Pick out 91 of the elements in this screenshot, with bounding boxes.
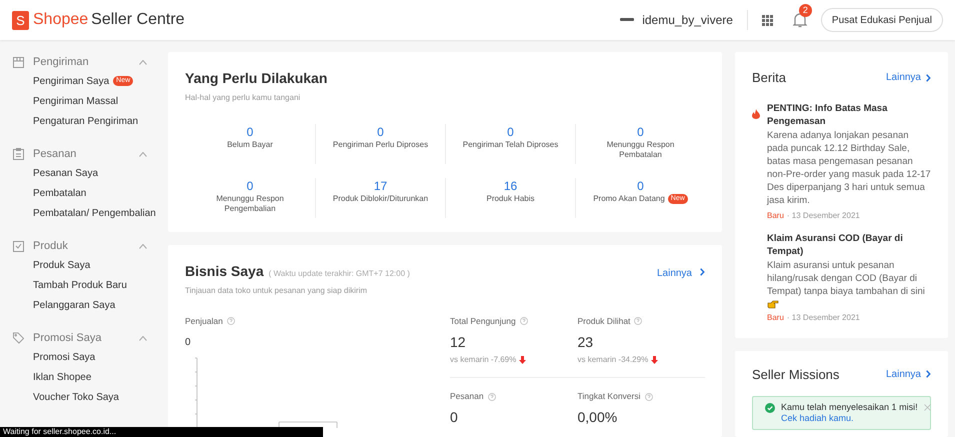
news-title[interactable]: PENTING: Info Batas Masa Pengemasan [767,102,931,128]
todo-count[interactable]: 0 [637,178,644,194]
todo-label[interactable]: Belum Bayar [227,140,273,150]
card-subtitle: Tinjauan data toko untuk pesanan yang siap dikirim [185,285,368,297]
collapse-caret-icon[interactable] [139,336,147,340]
todo-label[interactable]: Pengiriman Telah Diproses [462,140,558,150]
sidebar-item[interactable]: Pengaturan Pengiriman [33,114,138,128]
tag-icon [13,332,24,344]
sales-value: 0 [185,336,192,350]
todo-count[interactable]: 16 [504,178,518,194]
sidebar-section-title[interactable]: Produk [33,238,139,254]
product-name: Seller Centre [91,10,185,30]
sidebar-section-title[interactable]: Pengiriman [33,54,139,70]
help-icon[interactable] [644,392,652,401]
brand-name: Shopee [33,10,88,30]
todo-count[interactable]: 0 [377,124,384,140]
news-date: · 13 Desember 2021 [786,312,860,324]
clipboard-icon [13,148,24,160]
sidebar-item[interactable]: Pengiriman Saya [33,74,110,88]
metric-value: 12 [450,332,467,351]
sidebar-item[interactable]: Tambah Produk Baru [33,278,127,292]
todo-count[interactable]: 0 [637,124,644,140]
collapse-caret-icon[interactable] [139,244,147,248]
news-body: Klaim asuransi untuk pesanan hilang/rusak dengan COD (Bayar di Tempat) tanpa biaya tambahan di sini [767,258,926,298]
metric-value: 0 [450,408,459,426]
apps-grid-icon[interactable] [762,14,773,26]
todo-count[interactable]: 0 [246,178,254,194]
box-icon [13,56,24,68]
metric-change: vs kemarin -7.69% [450,354,516,366]
notice-text: Kamu telah menyelesaikan 1 misi! [781,402,918,413]
new-tag: Baru [767,312,784,324]
metric-label: Tingkat Konversi [578,390,640,404]
bell-icon[interactable] [792,12,807,28]
shop-name[interactable]: idemu_by_vivere [642,11,733,29]
check-circle-icon [765,403,775,413]
card-title: Yang Perlu Dilakukan [185,69,328,88]
sidebar-item[interactable]: Pelanggaran Saya [33,298,116,312]
todo-label[interactable]: Produk Diblokir/Diturunkan [332,194,428,204]
metric-label: Produk Dilihat [578,315,630,328]
card-title: Seller Missions [752,366,840,384]
chevron-right-icon[interactable] [926,74,931,82]
browser-status-bar: Waiting for seller.shopee.co.id... [0,427,323,437]
todo-count[interactable]: 0 [507,124,514,140]
card-title: Bisnis Saya [185,262,264,281]
more-link[interactable]: Lainnya [886,366,921,382]
sidebar-section-title[interactable]: Promosi Saya [33,330,139,346]
chevron-right-icon[interactable] [700,268,705,276]
collapse-caret-icon[interactable] [139,152,147,156]
sidebar-item[interactable]: Pembatalan/ Pengembalian [33,206,156,220]
todo-label[interactable]: Menunggu Respon Pengembalian [205,194,295,214]
todo-label[interactable]: Pengiriman Perlu Diproses [332,140,428,150]
logo-icon[interactable]: S [12,10,29,30]
sidebar-item[interactable]: Iklan Shopee [33,370,92,384]
metric-label: Total Pengunjung [450,315,516,328]
sidebar-item[interactable]: Pembatalan [33,186,86,200]
help-icon[interactable] [520,317,528,326]
metric-label: Pesanan [450,390,484,404]
reward-link[interactable]: Cek hadiah kamu. [781,413,854,424]
news-body: Karena adanya lonjakan pesanan pada puncak 12.12 Birthday Sale, batas masa pengemasan pesanan non-Pre-order yang masuk pada 12-17 Des diperpanjang 3 hari untuk semua jasa kirim. [767,128,931,206]
todo-count[interactable]: 0 [246,124,254,140]
sidebar-item[interactable]: Promosi Saya [33,350,96,364]
checkbox-icon [13,240,24,252]
sidebar-item[interactable]: Voucher Toko Saya [33,390,119,404]
sidebar-item[interactable]: Pengiriman Massal [33,94,118,108]
metric-change: vs kemarin -34.29% [578,354,648,366]
news-date: · 13 Desember 2021 [786,210,860,222]
more-link[interactable]: Lainnya [656,266,692,281]
sidebar-section-title[interactable]: Pesanan [33,146,139,162]
notification-badge: 2 [798,4,812,17]
help-icon[interactable] [634,317,642,326]
shop-avatar-icon [620,18,634,22]
todo-label[interactable]: Promo Akan Datang [593,194,665,204]
sidebar-item[interactable]: Pesanan Saya [33,166,98,180]
more-link[interactable]: Lainnya [886,70,921,86]
education-center-button[interactable]: Pusat Edukasi Penjual [820,8,943,32]
metric-value: 0,00% [578,408,618,426]
news-title[interactable]: Klaim Asuransi COD (Bayar di Tempat) [767,232,931,258]
card-subtitle: Hal-hal yang perlu kamu tangani [185,92,302,104]
new-tag: Baru [767,210,784,222]
metric-value: 23 [578,332,594,351]
todo-label[interactable]: Produk Habis [486,194,535,204]
chevron-right-icon[interactable] [926,370,931,378]
sidebar-item[interactable]: Produk Saya [33,258,90,272]
todo-count[interactable]: 17 [374,178,388,194]
todo-label[interactable]: Menunggu Respon Pembatalan [596,140,686,160]
help-icon[interactable] [488,392,496,401]
card-title: Berita [752,69,787,87]
help-icon[interactable] [226,317,235,326]
metric-label: Penjualan [185,315,223,328]
collapse-caret-icon[interactable] [139,60,147,64]
update-note: ( Waktu update terakhir: GMT+7 12:00 ) [268,268,410,280]
